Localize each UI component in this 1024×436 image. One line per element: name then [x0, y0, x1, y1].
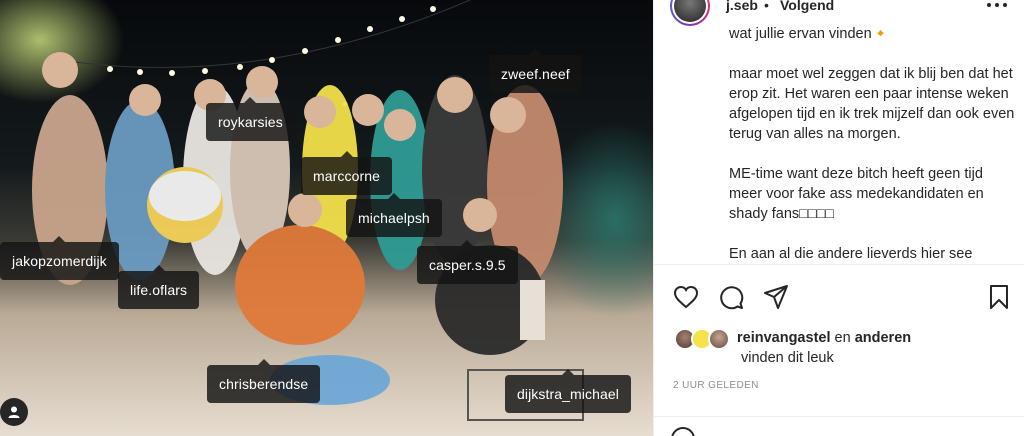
likes-summary: reinvangastel en anderen vinden dit leuk [654, 328, 1024, 372]
photo-tag-marccorne[interactable]: marccorne [301, 151, 393, 195]
divider [654, 264, 1024, 265]
post-header: j.seb • Volgend [654, 0, 1024, 26]
photo-tag-chrisberendse[interactable]: chrisberendse [207, 359, 321, 403]
photo-tag-roykarsies[interactable]: roykarsies [206, 97, 295, 141]
heart-icon[interactable] [669, 280, 703, 314]
following-button[interactable]: Volgend [780, 0, 834, 13]
post-side-panel: j.seb • Volgend wat jullie ervan vinden🔸… [653, 0, 1024, 436]
likes-connector: en [834, 330, 851, 346]
caption-paragraph-2: ME-time want deze bitch heeft geen tijd … [729, 166, 984, 222]
likes-text: reinvangastel en anderen [737, 330, 911, 346]
divider [654, 416, 1024, 417]
author-avatar[interactable] [670, 0, 710, 26]
add-comment-row[interactable] [670, 426, 1010, 436]
photo-tag-life-oflars[interactable]: life.oflars [118, 265, 200, 309]
post-timestamp[interactable]: 2 UUR GELEDEN [673, 380, 759, 391]
liker-username[interactable]: reinvangastel [737, 330, 831, 346]
likes-text-line2: vinden dit leuk [741, 350, 834, 366]
send-icon[interactable] [759, 280, 793, 314]
photo-tag-michaelpsh[interactable]: michaelpsh [346, 193, 442, 237]
more-dots-icon[interactable] [985, 0, 1009, 12]
photo-tag-casper[interactable]: casper.s.9.5 [417, 240, 518, 284]
likes-others-link[interactable]: anderen [855, 330, 911, 346]
caption-line-top: wat jullie ervan vinden🔸 [729, 26, 890, 42]
comment-icon[interactable] [714, 280, 748, 314]
photo-tag-dijkstra-michael[interactable]: dijkstra_michael [505, 369, 631, 413]
post-photo[interactable]: roykarsies zweef.neef marccorne michaelp… [0, 0, 653, 436]
photo-tag-jakopzomerdijk[interactable]: jakopzomerdijk [0, 236, 119, 280]
person-icon[interactable] [0, 398, 28, 426]
liker-avatar[interactable] [708, 328, 730, 350]
emoji-icon[interactable] [670, 426, 696, 436]
header-separator: • [764, 0, 769, 13]
photo-tag-zweef-neef[interactable]: zweef.neef [489, 49, 582, 93]
post-caption: wat jullie ervan vinden🔸 maar moet wel z… [729, 18, 1019, 262]
instagram-post-view: roykarsies zweef.neef marccorne michaelp… [0, 0, 1024, 436]
author-username[interactable]: j.seb [726, 0, 758, 13]
post-actions [654, 280, 1024, 312]
caption-paragraph-3: En aan al die andere lieverds hier see [729, 246, 973, 262]
caption-paragraph-1: maar moet wel zeggen dat ik blij ben dat… [729, 66, 1015, 142]
bookmark-icon[interactable] [982, 280, 1016, 314]
